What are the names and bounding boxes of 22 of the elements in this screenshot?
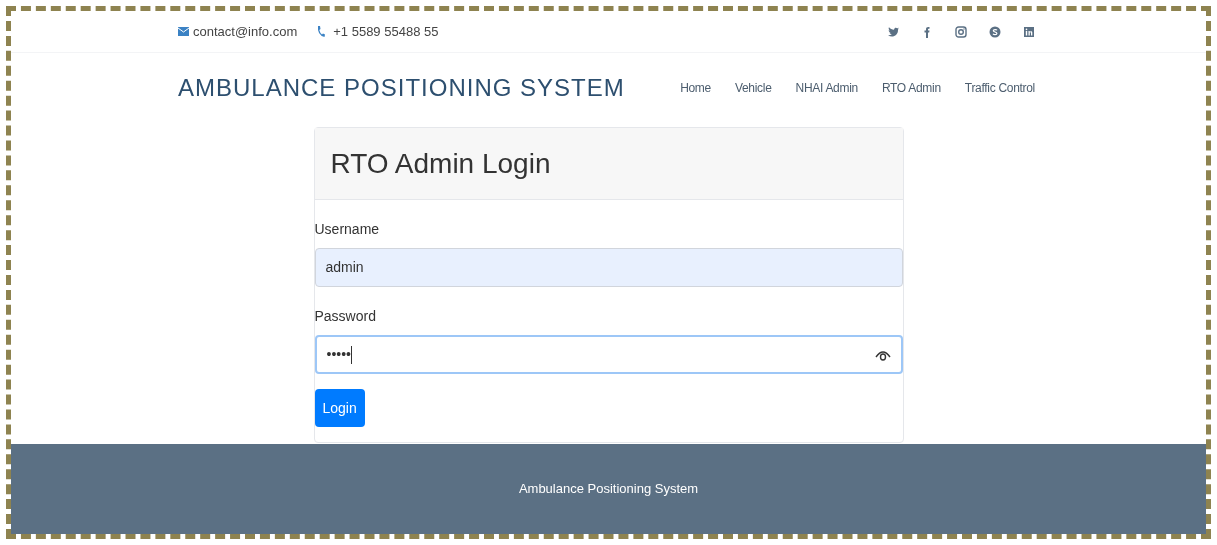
twitter-icon[interactable] [887,25,899,38]
nav-link[interactable]: Home [680,79,711,97]
instagram-icon[interactable] [955,25,967,38]
site-logo[interactable]: AMBULANCE POSITIONING SYSTEM [178,70,625,106]
username-field[interactable]: admin [314,248,903,287]
login-button[interactable]: Login [314,389,365,427]
skype-icon[interactable] [989,25,1001,38]
phone-text: +1 5589 55488 55 [333,22,439,41]
phone-icon [317,26,326,37]
password-field[interactable]: ••••• [314,335,903,374]
nav-link[interactable]: Vehicle [734,79,772,97]
email-text: contact@info.com [193,22,298,41]
card-title: RTO Admin Login [330,146,551,181]
nav-link[interactable]: NHAI Admin [795,79,858,97]
field-label: Password [314,307,377,325]
eye-icon[interactable] [874,348,891,361]
linkedin-icon[interactable] [1023,25,1035,38]
nav-link[interactable]: RTO Admin [881,79,941,97]
footer-text: Ambulance Positioning System [518,480,699,499]
field-label: Username [314,220,381,238]
mail-icon [178,27,189,36]
nav-link[interactable]: Traffic Control [964,79,1035,97]
